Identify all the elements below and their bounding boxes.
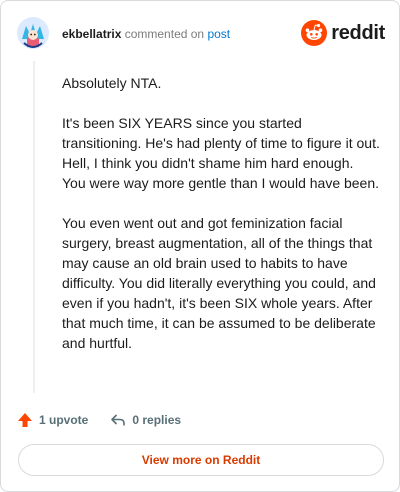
post-link[interactable]: post — [207, 27, 230, 41]
upvote-button[interactable]: 1 upvote — [17, 412, 88, 428]
comment-paragraph-1: Absolutely NTA. — [62, 75, 162, 91]
view-more-button[interactable]: View more on Reddit — [18, 444, 384, 476]
thread-line — [33, 61, 35, 393]
comment-embed-card: ekbellatrix commented on post reddit Abs… — [0, 0, 400, 492]
comment-header: ekbellatrix commented on post reddit — [17, 17, 385, 51]
comment-actions: 1 upvote 0 replies — [17, 409, 181, 431]
comment-meta: ekbellatrix commented on post — [62, 26, 230, 42]
comment-paragraph-3: You even went out and got feminization f… — [62, 215, 376, 351]
user-avatar[interactable] — [17, 17, 49, 49]
reddit-logo[interactable]: reddit — [301, 19, 385, 47]
reddit-snoo-icon — [301, 20, 328, 46]
reply-button[interactable]: 0 replies — [110, 412, 181, 428]
comment-body: Absolutely NTA. It's been SIX YEARS sinc… — [62, 73, 380, 373]
username-link[interactable]: ekbellatrix — [62, 27, 121, 41]
commented-on-text: commented on — [124, 27, 205, 41]
reply-count: 0 replies — [132, 413, 182, 427]
reddit-wordmark: reddit — [331, 21, 385, 44]
upvote-arrow-icon — [18, 413, 32, 427]
upvote-count: 1 upvote — [39, 413, 89, 427]
reply-arrow-icon — [111, 414, 126, 426]
comment-paragraph-2: It's been SIX YEARS since you started tr… — [62, 115, 380, 191]
